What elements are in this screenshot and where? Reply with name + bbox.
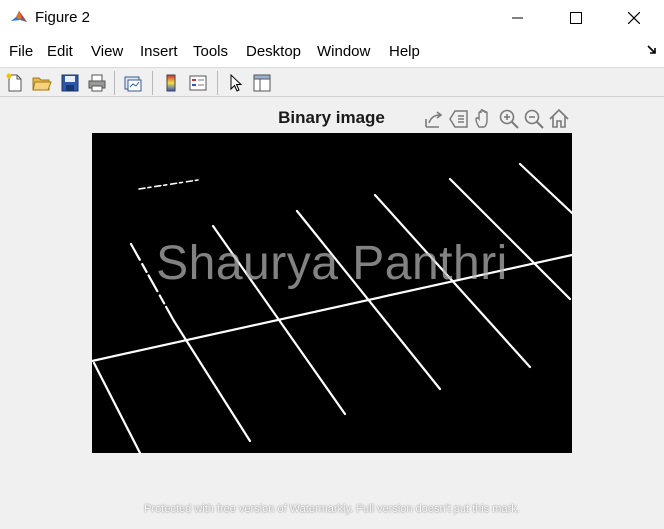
save-icon[interactable]	[59, 72, 81, 94]
window-title: Figure 2	[35, 9, 91, 26]
zoom-out-icon[interactable]	[522, 107, 546, 131]
watermark-text: Shaurya Panthri	[156, 237, 508, 290]
watermark-footer: Protected with free version of Watermark…	[144, 503, 520, 515]
home-icon[interactable]	[547, 107, 571, 131]
print-icon[interactable]	[86, 72, 108, 94]
menu-help[interactable]: Help	[389, 43, 420, 60]
pan-icon[interactable]	[472, 107, 496, 131]
close-button[interactable]	[605, 0, 663, 36]
menu-desktop[interactable]: Desktop	[246, 43, 301, 60]
menu-tools[interactable]: Tools	[193, 43, 228, 60]
edit-plot-icon[interactable]	[225, 72, 247, 94]
figure-toolbar	[0, 67, 664, 97]
binary-image	[92, 133, 572, 453]
menu-insert[interactable]: Insert	[140, 43, 178, 60]
open-file-icon[interactable]	[31, 72, 53, 94]
brush-icon[interactable]	[447, 107, 471, 131]
dock-arrow-icon[interactable]	[646, 44, 658, 56]
maximize-icon	[570, 12, 582, 24]
menu-edit[interactable]: Edit	[47, 43, 73, 60]
export-icon[interactable]	[422, 107, 446, 131]
toolbar-separator	[217, 71, 218, 95]
toolbar-separator	[152, 71, 153, 95]
title-bar: Figure 2	[0, 0, 664, 36]
menu-window[interactable]: Window	[317, 43, 370, 60]
minimize-icon	[512, 17, 523, 19]
property-inspector-icon[interactable]	[251, 72, 273, 94]
toolbar-separator	[114, 71, 115, 95]
minimize-button[interactable]	[489, 0, 547, 36]
close-icon	[628, 12, 640, 24]
new-figure-icon[interactable]	[4, 72, 26, 94]
maximize-button[interactable]	[547, 0, 605, 36]
image-background	[92, 133, 572, 453]
menu-bar: File Edit View Insert Tools Desktop Wind…	[0, 36, 664, 67]
insert-legend-icon[interactable]	[187, 72, 209, 94]
zoom-in-icon[interactable]	[497, 107, 521, 131]
matlab-icon	[10, 8, 28, 26]
menu-file[interactable]: File	[9, 43, 33, 60]
menu-view[interactable]: View	[91, 43, 123, 60]
insert-colorbar-icon[interactable]	[160, 72, 182, 94]
plot-title: Binary image	[278, 108, 385, 127]
link-plot-icon[interactable]	[122, 72, 144, 94]
